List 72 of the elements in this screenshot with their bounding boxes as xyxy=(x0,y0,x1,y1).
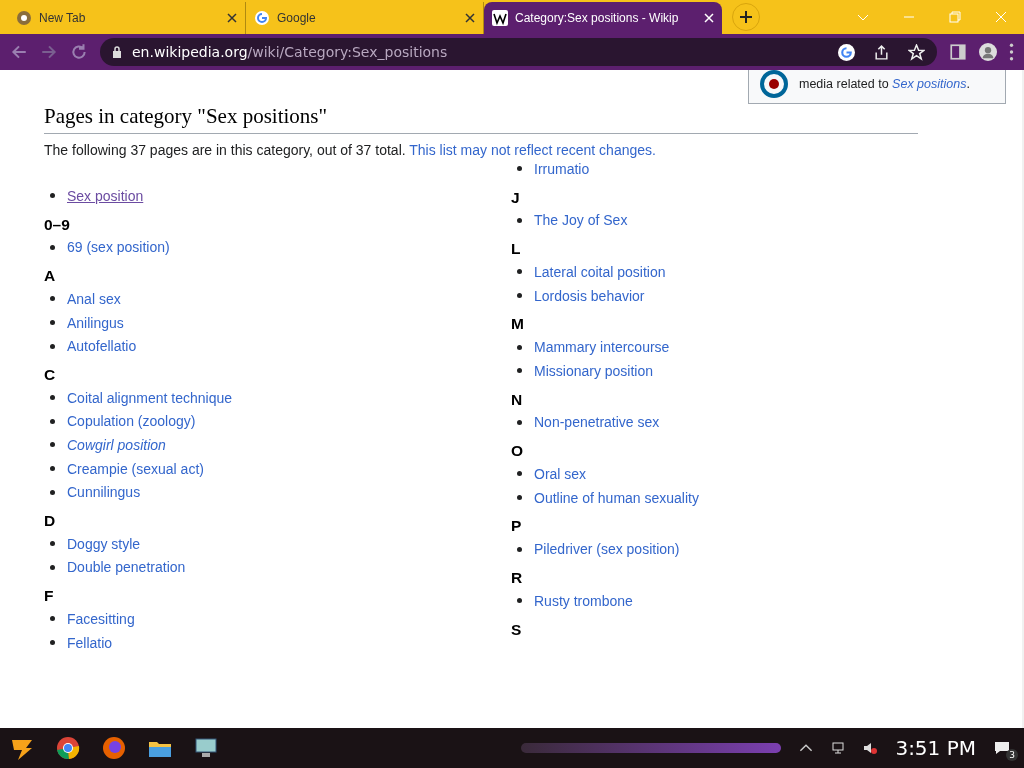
plus-icon xyxy=(740,11,752,23)
side-panel-icon[interactable] xyxy=(949,43,967,61)
letter-heading: R xyxy=(511,568,524,587)
commons-logo-icon xyxy=(759,70,789,99)
notification-count: 3 xyxy=(1006,749,1018,761)
letter-heading: A xyxy=(44,267,57,286)
chrome-icon xyxy=(16,10,32,26)
letter-heading: N xyxy=(511,390,524,409)
letter-heading: P xyxy=(511,517,523,536)
category-page-link[interactable]: Cunnilingus xyxy=(67,484,141,501)
back-arrow-icon[interactable] xyxy=(10,43,28,61)
category-page-link[interactable]: Anal sex xyxy=(67,291,121,307)
letter-heading: O xyxy=(511,442,525,461)
category-page-link[interactable]: Autofellatio xyxy=(67,338,137,355)
intro-text: The following 37 pages are in this category, out of 37 total. This list may not reflect recent changes. xyxy=(44,142,657,158)
category-page-link[interactable]: Missionary position xyxy=(534,362,654,379)
tab-title: Category:Sex positions - Wikip xyxy=(515,11,680,25)
category-page-link[interactable]: Oral sex xyxy=(534,465,587,482)
letter-heading: F xyxy=(44,587,55,606)
network-icon[interactable] xyxy=(831,741,846,755)
category-heading: Pages in category "Sex positions" xyxy=(44,104,918,134)
category-page-link[interactable]: Coital alignment technique xyxy=(67,389,232,406)
category-page-link[interactable]: Mammary intercourse xyxy=(534,339,670,356)
share-icon[interactable] xyxy=(873,43,890,61)
lock-icon xyxy=(112,46,122,58)
category-page-link[interactable]: Anilingus xyxy=(67,314,124,331)
letter-heading: 0–9 xyxy=(44,215,71,234)
letter-heading: L xyxy=(511,240,522,259)
address-bar[interactable]: en.wikipedia.org/wiki/Category:Sex_positions xyxy=(100,38,937,66)
letter-heading: C xyxy=(44,365,57,384)
category-page-link[interactable]: Rusty trombone xyxy=(534,592,633,609)
commons-text: media related to Sex positions. xyxy=(799,76,970,92)
category-page-link[interactable]: Sex position xyxy=(67,187,144,204)
chrome-icon[interactable] xyxy=(54,734,82,762)
category-page-link[interactable]: Doggy style xyxy=(67,535,141,552)
category-page-link[interactable]: Facesitting xyxy=(67,610,135,627)
wikipedia-w-icon xyxy=(492,10,508,26)
star-icon[interactable] xyxy=(908,43,925,61)
url-text: en.wikipedia.org/wiki/Category:Sex_positions xyxy=(132,44,448,60)
letter-heading: J xyxy=(511,188,521,207)
category-page-link[interactable]: Piledriver (sex position) xyxy=(534,541,680,558)
google-icon[interactable] xyxy=(838,43,855,61)
reload-icon[interactable] xyxy=(70,43,88,61)
new-tab-button[interactable] xyxy=(732,3,760,31)
category-page-link[interactable]: Double penetration xyxy=(67,559,186,576)
category-page-link[interactable]: Irrumatio xyxy=(534,160,590,177)
firefox-icon[interactable] xyxy=(100,734,128,762)
close-icon[interactable] xyxy=(227,13,237,23)
browser-tab[interactable]: Category:Sex positions - Wikip xyxy=(484,2,722,34)
tab-title: New Tab xyxy=(39,11,87,25)
category-page-link[interactable]: 69 (sex position) xyxy=(67,239,170,256)
category-page-link[interactable]: Lateral coital position xyxy=(534,264,666,280)
category-page-link[interactable]: Creampie (sexual act) xyxy=(67,460,204,477)
kebab-menu-icon[interactable] xyxy=(1009,43,1014,61)
category-page-link[interactable]: Non-penetrative sex xyxy=(534,414,660,431)
category-page-link[interactable]: Fellatio xyxy=(67,634,113,651)
tab-title: Google xyxy=(277,11,317,25)
google-icon xyxy=(254,10,270,26)
letter-heading: S xyxy=(511,620,523,639)
letter-heading: D xyxy=(44,511,57,530)
muted-speaker-icon[interactable] xyxy=(863,741,878,755)
category-page-link[interactable]: Cowgirl position xyxy=(67,436,166,453)
category-page-link[interactable]: The Joy of Sex xyxy=(534,212,628,229)
letter-heading: M xyxy=(511,315,525,334)
category-page-link[interactable]: Outline of human sexuality xyxy=(534,489,699,506)
recent-changes-link[interactable]: This list may not reflect recent changes. xyxy=(409,142,656,158)
category-page-link[interactable]: Copulation (zoology) xyxy=(67,413,196,430)
category-page-link[interactable]: Lordosis behavior xyxy=(534,287,645,304)
notification-center-icon[interactable] xyxy=(994,740,1010,756)
profile-avatar-icon[interactable] xyxy=(979,43,997,61)
clock[interactable]: 3:51 PM xyxy=(895,736,976,760)
close-icon[interactable] xyxy=(465,13,475,23)
